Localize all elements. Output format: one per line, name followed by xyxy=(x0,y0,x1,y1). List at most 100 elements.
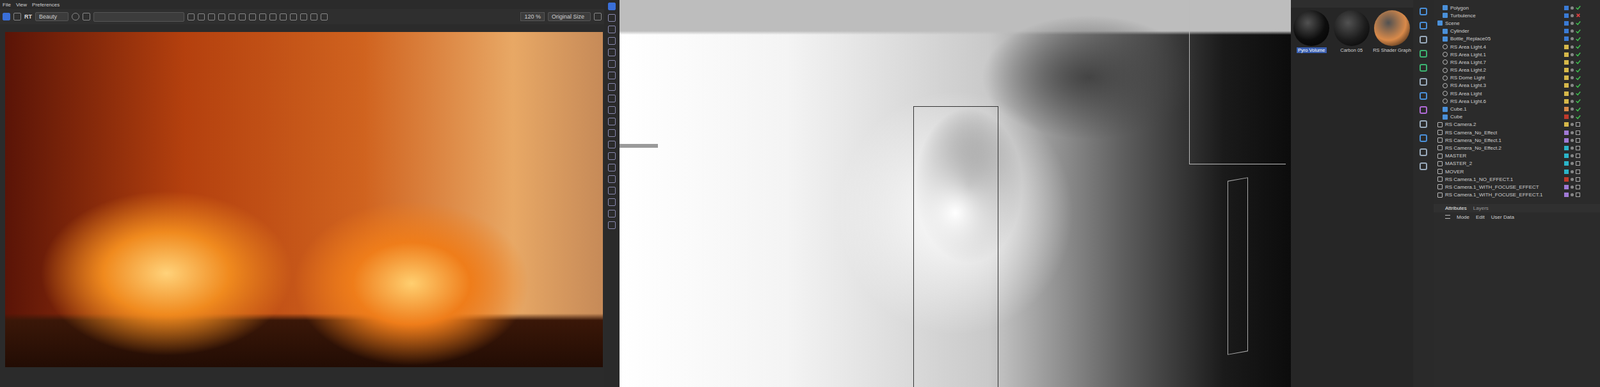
palette-icon[interactable] xyxy=(1419,7,1428,16)
enabled-check-icon[interactable] xyxy=(1575,59,1581,65)
camera-tag-icon[interactable] xyxy=(1575,177,1581,182)
visibility-dot[interactable] xyxy=(1570,45,1574,49)
visibility-dot[interactable] xyxy=(1570,68,1574,72)
visibility-dot[interactable] xyxy=(1570,60,1574,64)
toolbar-icon[interactable] xyxy=(300,13,308,21)
tool-icon[interactable] xyxy=(608,60,616,68)
disabled-x-icon[interactable] xyxy=(1575,12,1581,18)
toolbar-icon[interactable] xyxy=(218,13,226,21)
tool-icon[interactable] xyxy=(608,163,616,172)
layer-color[interactable] xyxy=(1564,52,1569,57)
enabled-check-icon[interactable] xyxy=(1575,83,1581,89)
object-row[interactable]: RS Camera_No_Effect xyxy=(1433,128,1600,137)
visibility-dot[interactable] xyxy=(1570,6,1574,10)
layer-color[interactable] xyxy=(1564,60,1569,65)
object-row[interactable]: Polygon xyxy=(1433,3,1600,12)
layer-color[interactable] xyxy=(1564,67,1569,73)
enabled-check-icon[interactable] xyxy=(1575,75,1581,81)
camera-tag-icon[interactable] xyxy=(1575,192,1581,198)
menu-icon[interactable] xyxy=(1445,215,1451,219)
palette-icon[interactable] xyxy=(1419,64,1428,72)
size-dropdown[interactable]: Original Size xyxy=(547,12,591,22)
tool-icon[interactable] xyxy=(608,25,616,34)
layer-color[interactable] xyxy=(1564,161,1569,166)
enabled-check-icon[interactable] xyxy=(1575,90,1581,96)
object-row[interactable]: RS Camera_No_Effect.1 xyxy=(1433,136,1600,144)
viewport[interactable] xyxy=(619,0,1291,387)
layer-color[interactable] xyxy=(1564,75,1569,80)
visibility-dot[interactable] xyxy=(1570,122,1574,127)
visibility-dot[interactable] xyxy=(1570,92,1574,96)
toolbar-icon[interactable] xyxy=(208,13,216,21)
toolbar-icon[interactable] xyxy=(238,13,246,21)
layer-color[interactable] xyxy=(1564,169,1569,175)
camera-tag-icon[interactable] xyxy=(1575,161,1581,166)
layer-color[interactable] xyxy=(1564,21,1569,26)
object-row[interactable]: RS Area Light.3 xyxy=(1433,81,1600,90)
camera-tag-icon[interactable] xyxy=(1575,138,1581,143)
tool-icon[interactable] xyxy=(608,83,616,91)
layer-color[interactable] xyxy=(1564,36,1569,41)
aov-dropdown[interactable]: Beauty xyxy=(35,12,69,22)
toolbar-icon[interactable] xyxy=(289,13,297,21)
toolbar-icon[interactable] xyxy=(320,13,328,21)
toolbar-icon[interactable] xyxy=(259,13,267,21)
enabled-check-icon[interactable] xyxy=(1575,36,1581,42)
palette-icon[interactable] xyxy=(1419,162,1428,171)
menu-item[interactable]: View xyxy=(16,1,27,8)
layer-color[interactable] xyxy=(1564,192,1569,198)
layer-color[interactable] xyxy=(1564,177,1569,182)
toolbar-icon[interactable] xyxy=(228,13,236,21)
palette-icon[interactable] xyxy=(1419,49,1428,58)
crop-icon[interactable] xyxy=(82,12,91,21)
attributes-menu-item[interactable]: Mode xyxy=(1456,214,1470,221)
layer-color[interactable] xyxy=(1564,91,1569,96)
menu-item[interactable]: Preferences xyxy=(32,1,60,8)
object-row[interactable]: RS Camera.1_NO_EFFECT.1 xyxy=(1433,175,1600,184)
toolbar-icon[interactable] xyxy=(269,13,277,21)
tool-icon[interactable] xyxy=(608,129,616,137)
object-row[interactable]: RS Area Light.6 xyxy=(1433,97,1600,105)
visibility-dot[interactable] xyxy=(1570,161,1574,166)
object-row[interactable]: RS Area Light.1 xyxy=(1433,50,1600,59)
tool-icon[interactable] xyxy=(608,106,616,114)
layer-color[interactable] xyxy=(1564,83,1569,88)
tool-icon[interactable] xyxy=(608,48,616,57)
object-row[interactable]: Cube.1 xyxy=(1433,104,1600,113)
toolbar-icon[interactable] xyxy=(310,13,318,21)
snapshot-icon[interactable] xyxy=(71,12,80,21)
layer-color[interactable] xyxy=(1564,106,1569,112)
visibility-dot[interactable] xyxy=(1570,76,1574,80)
object-row[interactable]: RS Camera.2 xyxy=(1433,120,1600,129)
palette-icon[interactable] xyxy=(1419,92,1428,100)
enabled-check-icon[interactable] xyxy=(1575,44,1581,50)
object-row[interactable]: RS Camera.1_WITH_FOCUSE_EFFECT xyxy=(1433,183,1600,191)
enabled-check-icon[interactable] xyxy=(1575,98,1581,104)
object-row[interactable]: Bottle_Replace05 xyxy=(1433,35,1600,43)
refresh-icon[interactable] xyxy=(13,12,22,21)
layer-color[interactable] xyxy=(1564,5,1569,11)
layer-color[interactable] xyxy=(1564,130,1569,136)
visibility-dot[interactable] xyxy=(1570,177,1574,182)
toolbar-icon[interactable] xyxy=(187,13,195,21)
visibility-dot[interactable] xyxy=(1570,115,1574,119)
object-row[interactable]: RS Camera.1_WITH_FOCUSE_EFFECT.1 xyxy=(1433,191,1600,200)
enabled-check-icon[interactable] xyxy=(1575,28,1581,34)
attributes-menu-item[interactable]: User Data xyxy=(1491,214,1515,221)
palette-icon[interactable] xyxy=(1419,148,1428,157)
palette-icon[interactable] xyxy=(1419,134,1428,143)
settings-icon[interactable] xyxy=(593,12,602,21)
tool-icon[interactable] xyxy=(608,37,616,45)
tool-icon[interactable] xyxy=(608,14,616,22)
tool-icon[interactable] xyxy=(608,221,616,230)
object-row[interactable]: RS Dome Light xyxy=(1433,74,1600,82)
palette-icon[interactable] xyxy=(1419,78,1428,86)
visibility-dot[interactable] xyxy=(1570,138,1574,143)
visibility-dot[interactable] xyxy=(1570,53,1574,57)
object-row[interactable]: Cylinder xyxy=(1433,27,1600,36)
tool-icon[interactable] xyxy=(608,2,616,11)
object-row[interactable]: MASTER xyxy=(1433,152,1600,160)
visibility-dot[interactable] xyxy=(1570,21,1574,25)
visibility-dot[interactable] xyxy=(1570,29,1574,33)
visibility-dot[interactable] xyxy=(1570,170,1574,174)
